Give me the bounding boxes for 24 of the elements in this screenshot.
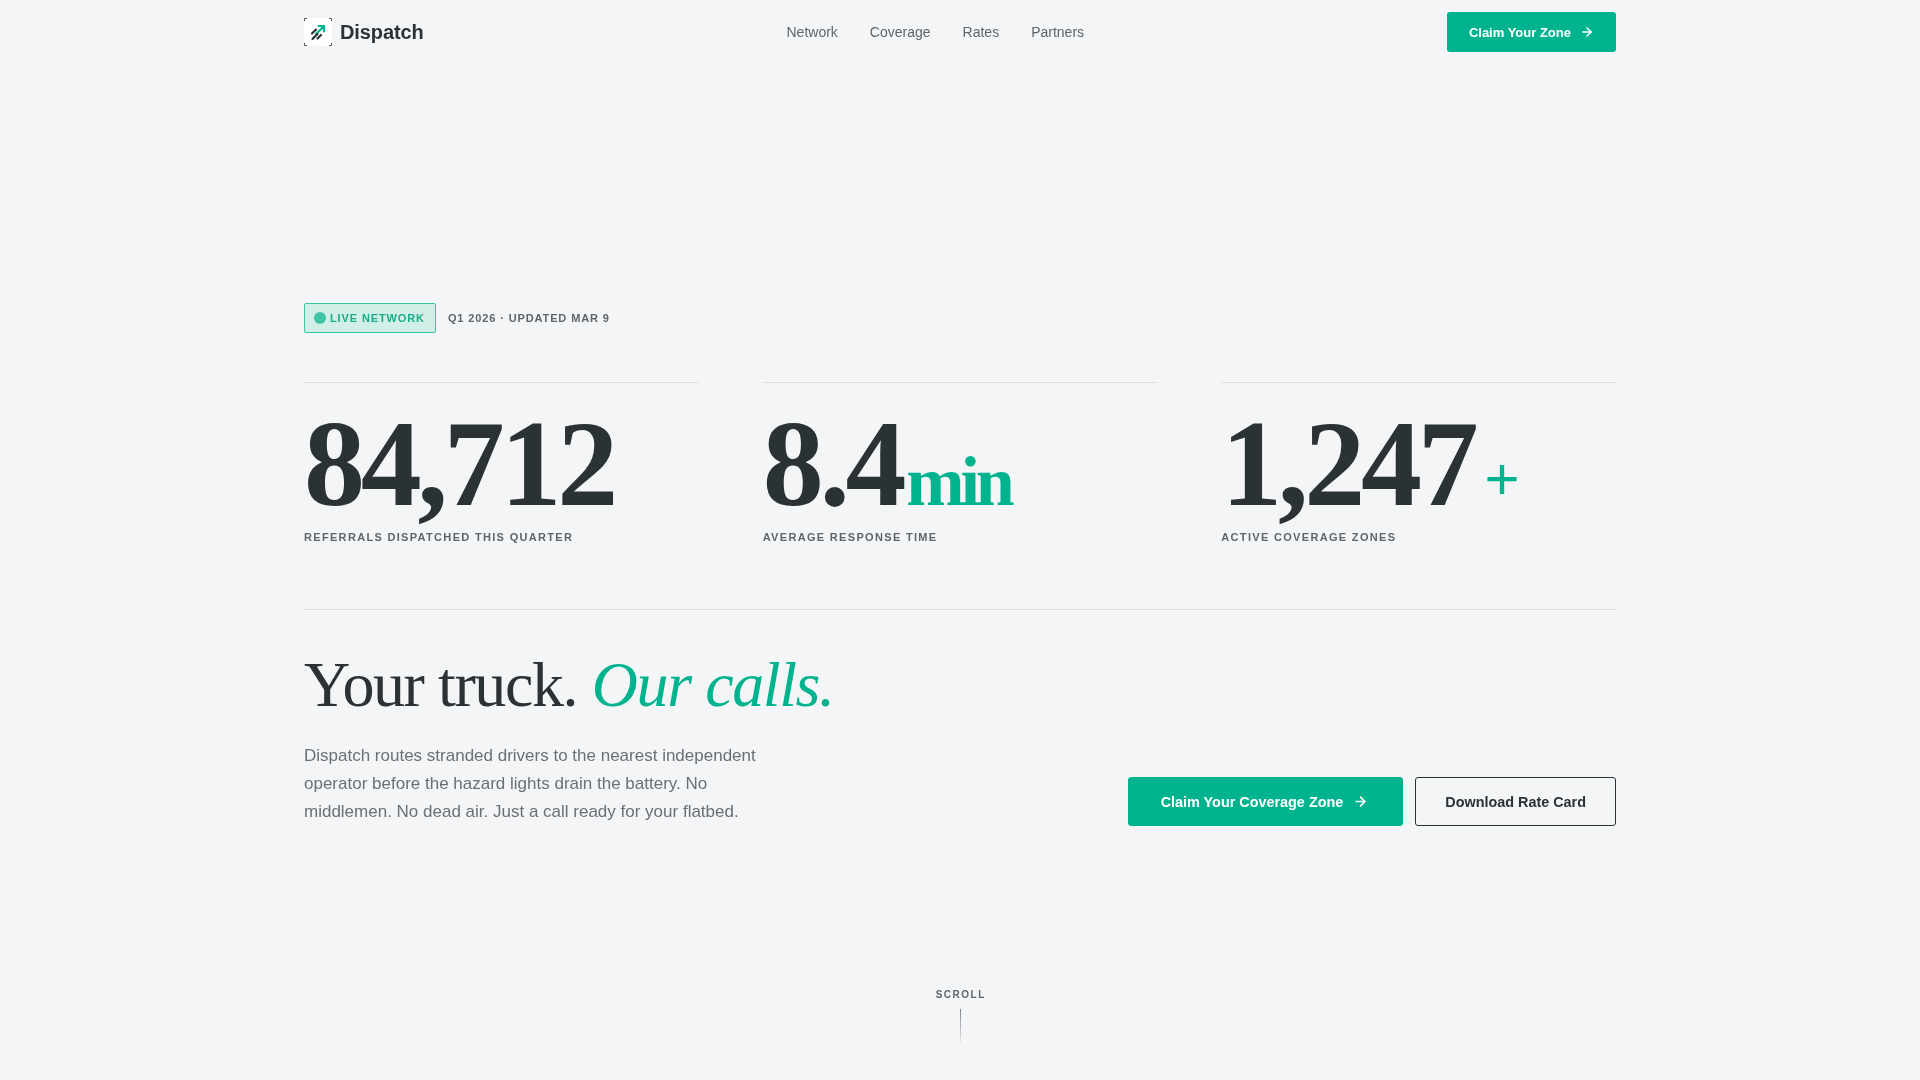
scroll-label: SCROLL [935, 989, 986, 1001]
badge-label: LIVE NETWORK [330, 312, 425, 324]
plus-sign: + [1484, 449, 1520, 509]
intro-text: Dispatch routes stranded drivers to the nearest independent operator before the hazard lights drain the battery. No middlemen. No dead air. Just a call ready for your flatbed. [304, 745, 757, 824]
nav-link[interactable]: Partners [1031, 24, 1085, 40]
stat-value: 84,712 [304, 403, 614, 525]
headline: Your truck. Our calls. [304, 650, 835, 721]
nav-link[interactable]: Rates [962, 24, 1000, 40]
scroll-line [959, 1009, 961, 1046]
nav-link[interactable]: Network [786, 24, 838, 40]
stat-label: ACTIVE COVERAGE ZONES [1221, 530, 1398, 544]
stat-unit: min [906, 447, 1011, 517]
stat-label: REFERRALS DISPATCHED THIS QUARTER [304, 530, 575, 544]
speed-arrow-icon [304, 18, 332, 46]
update-label: Q1 2026 · UPDATED MAR 9 [447, 312, 610, 324]
stat-value: 8.4 [762, 403, 903, 525]
arrow-right-icon [1580, 25, 1594, 39]
nav-link[interactable]: Coverage [869, 24, 931, 40]
brand-name[interactable]: Dispatch [340, 20, 424, 44]
stat-value: 1,247 [1221, 403, 1475, 525]
outline-button[interactable]: Download Rate Card [1415, 777, 1616, 827]
stat-label: AVERAGE RESPONSE TIME [762, 530, 939, 544]
arrow-right-icon [1353, 794, 1369, 810]
status-dot-icon [314, 312, 326, 324]
